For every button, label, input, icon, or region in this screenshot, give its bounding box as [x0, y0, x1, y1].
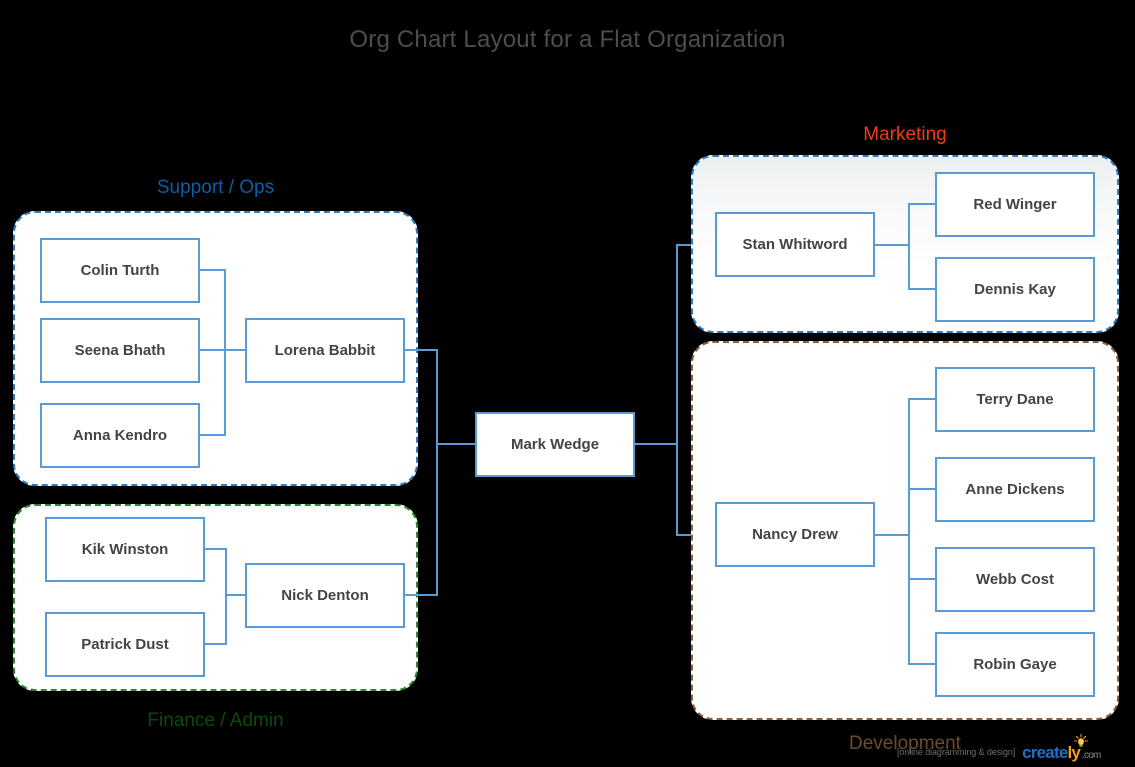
node-kik-winston[interactable]: Kik Winston [45, 517, 205, 582]
node-nick-denton[interactable]: Nick Denton [245, 563, 405, 628]
node-patrick-dust[interactable]: Patrick Dust [45, 612, 205, 677]
lightbulb-icon [1074, 733, 1089, 747]
connector [908, 288, 937, 290]
connector [908, 203, 937, 205]
connector [908, 663, 937, 665]
connector [875, 244, 910, 246]
node-label: Dennis Kay [974, 281, 1056, 298]
node-label: Terry Dane [976, 391, 1054, 408]
node-seena-bhath[interactable]: Seena Bhath [40, 318, 200, 383]
node-label: Anne Dickens [965, 481, 1065, 498]
node-label: Seena Bhath [74, 342, 166, 359]
connector [676, 244, 678, 536]
watermark-brand-primary: create [1022, 742, 1068, 762]
page-title: Org Chart Layout for a Flat Organization [349, 26, 786, 53]
node-label: Robin Gaye [973, 656, 1057, 673]
connector [908, 398, 937, 400]
node-robin-gaye[interactable]: Robin Gaye [935, 632, 1095, 697]
node-stan-whitword[interactable]: Stan Whitword [715, 212, 875, 277]
connector [908, 398, 910, 664]
connector [908, 488, 937, 490]
node-terry-dane[interactable]: Terry Dane [935, 367, 1095, 432]
node-label: Lorena Babbit [274, 342, 376, 359]
node-anne-dickens[interactable]: Anne Dickens [935, 457, 1095, 522]
connector [908, 578, 937, 580]
node-lorena-babbit[interactable]: Lorena Babbit [245, 318, 405, 383]
node-label: Nick Denton [281, 587, 369, 604]
node-label: Nancy Drew [752, 526, 838, 543]
node-label: Mark Wedge [510, 436, 600, 453]
node-label: Kik Winston [81, 541, 169, 558]
group-label-finance-admin: Finance / Admin [147, 710, 284, 731]
connector [633, 443, 678, 445]
node-colin-turth[interactable]: Colin Turth [40, 238, 200, 303]
group-label-support-ops: Support / Ops [156, 177, 275, 198]
connector [205, 643, 227, 645]
node-label: Red Winger [973, 196, 1057, 213]
node-anna-kendro[interactable]: Anna Kendro [40, 403, 200, 468]
node-label: Colin Turth [80, 262, 160, 279]
connector [404, 594, 438, 596]
connector [225, 548, 227, 645]
node-dennis-kay[interactable]: Dennis Kay [935, 257, 1095, 322]
creately-watermark[interactable]: [online diagramming & design] creately .c… [897, 733, 1135, 764]
connector [908, 203, 910, 290]
org-chart-canvas: Org Chart Layout for a Flat Organization… [0, 0, 1135, 767]
node-label: Patrick Dust [81, 636, 169, 653]
connector [436, 443, 477, 445]
watermark-brand-suffix: .com [1082, 749, 1101, 761]
connector [436, 349, 438, 595]
connector [225, 594, 247, 596]
node-label: Anna Kendro [72, 427, 168, 444]
connector [200, 349, 246, 351]
node-red-winger[interactable]: Red Winger [935, 172, 1095, 237]
connector [404, 349, 438, 351]
creately-logo: creately .com [1022, 733, 1101, 762]
group-label-marketing: Marketing [863, 124, 947, 145]
node-label: Webb Cost [975, 571, 1055, 588]
node-nancy-drew[interactable]: Nancy Drew [715, 502, 875, 567]
node-mark-wedge[interactable]: Mark Wedge [475, 412, 635, 477]
connector [224, 269, 226, 436]
watermark-tagline: [online diagramming & design] [897, 747, 1016, 757]
node-webb-cost[interactable]: Webb Cost [935, 547, 1095, 612]
connector [875, 534, 910, 536]
connector [205, 548, 227, 550]
connector [200, 269, 226, 271]
connector [200, 434, 226, 436]
node-label: Stan Whitword [742, 236, 848, 253]
